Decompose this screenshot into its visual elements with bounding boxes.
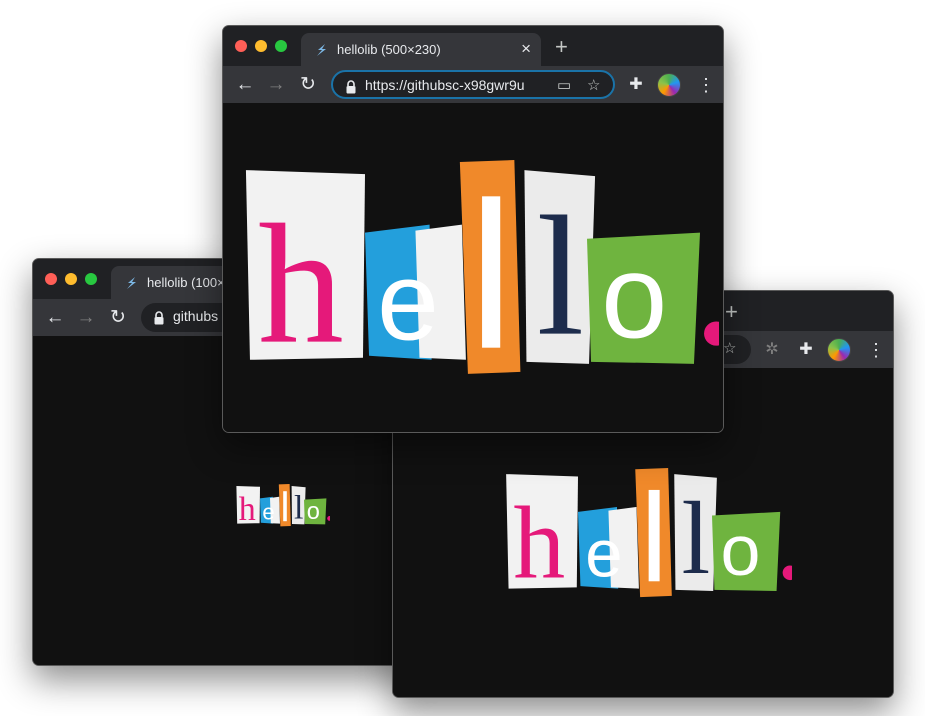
more-menu-icon[interactable]: ⋮: [697, 72, 715, 98]
zoom-green-icon[interactable]: [275, 40, 287, 52]
forward-arrow-icon[interactable]: →: [73, 305, 99, 331]
close-red-icon[interactable]: [45, 273, 57, 285]
tab-hellolib[interactable]: hellolib (500×230) ×: [301, 33, 541, 66]
close-red-icon[interactable]: [235, 40, 247, 52]
new-tab-button[interactable]: +: [725, 300, 738, 324]
star-icon[interactable]: ☆: [587, 76, 601, 96]
reload-icon[interactable]: ↻: [105, 305, 131, 331]
tab-strip: hellolib (500×230) × +: [223, 26, 723, 66]
hello-logo: [498, 468, 792, 602]
extension-puzzle-icon[interactable]: ✚: [623, 72, 649, 98]
tab-title: hellolib (500×230): [337, 42, 441, 57]
address-bar[interactable]: https://githubsc-x98gwr9u ▭ ☆: [331, 70, 615, 99]
tab-title: hellolib (100×: [147, 275, 225, 290]
back-arrow-icon[interactable]: ←: [232, 72, 258, 98]
reload-icon[interactable]: ↻: [295, 72, 321, 98]
favicon-icon: [123, 275, 139, 291]
forward-arrow-icon[interactable]: →: [263, 72, 289, 98]
lock-icon: [345, 80, 357, 94]
back-arrow-icon[interactable]: ←: [42, 305, 68, 331]
navigation-toolbar: ← → ↻ https://githubsc-x98gwr9u ▭ ☆ ✚ ⋮: [223, 66, 723, 103]
avatar-icon[interactable]: [657, 73, 681, 97]
cast-icon[interactable]: ▭: [555, 76, 574, 96]
bug-icon[interactable]: ✲: [759, 337, 785, 363]
favicon-icon: [313, 42, 329, 58]
page-content: [223, 103, 723, 432]
browser-window-large: hellolib (500×230) × + ← → ↻ https://git…: [222, 25, 724, 433]
avatar-icon[interactable]: [827, 338, 851, 362]
tab-close-icon[interactable]: ×: [521, 39, 531, 59]
extension-puzzle-icon[interactable]: ✚: [793, 337, 819, 363]
lock-icon: [153, 311, 165, 325]
minimize-yellow-icon[interactable]: [65, 273, 77, 285]
hello-logo: [233, 160, 719, 382]
new-tab-button[interactable]: +: [555, 35, 568, 59]
zoom-green-icon[interactable]: [85, 273, 97, 285]
star-icon[interactable]: ☆: [723, 339, 736, 359]
url-text: https://githubsc-x98gwr9u: [365, 77, 525, 93]
minimize-yellow-icon[interactable]: [255, 40, 267, 52]
url-text: githubs: [173, 308, 219, 324]
hello-logo: [234, 484, 330, 528]
more-menu-icon[interactable]: ⋮: [867, 337, 885, 363]
